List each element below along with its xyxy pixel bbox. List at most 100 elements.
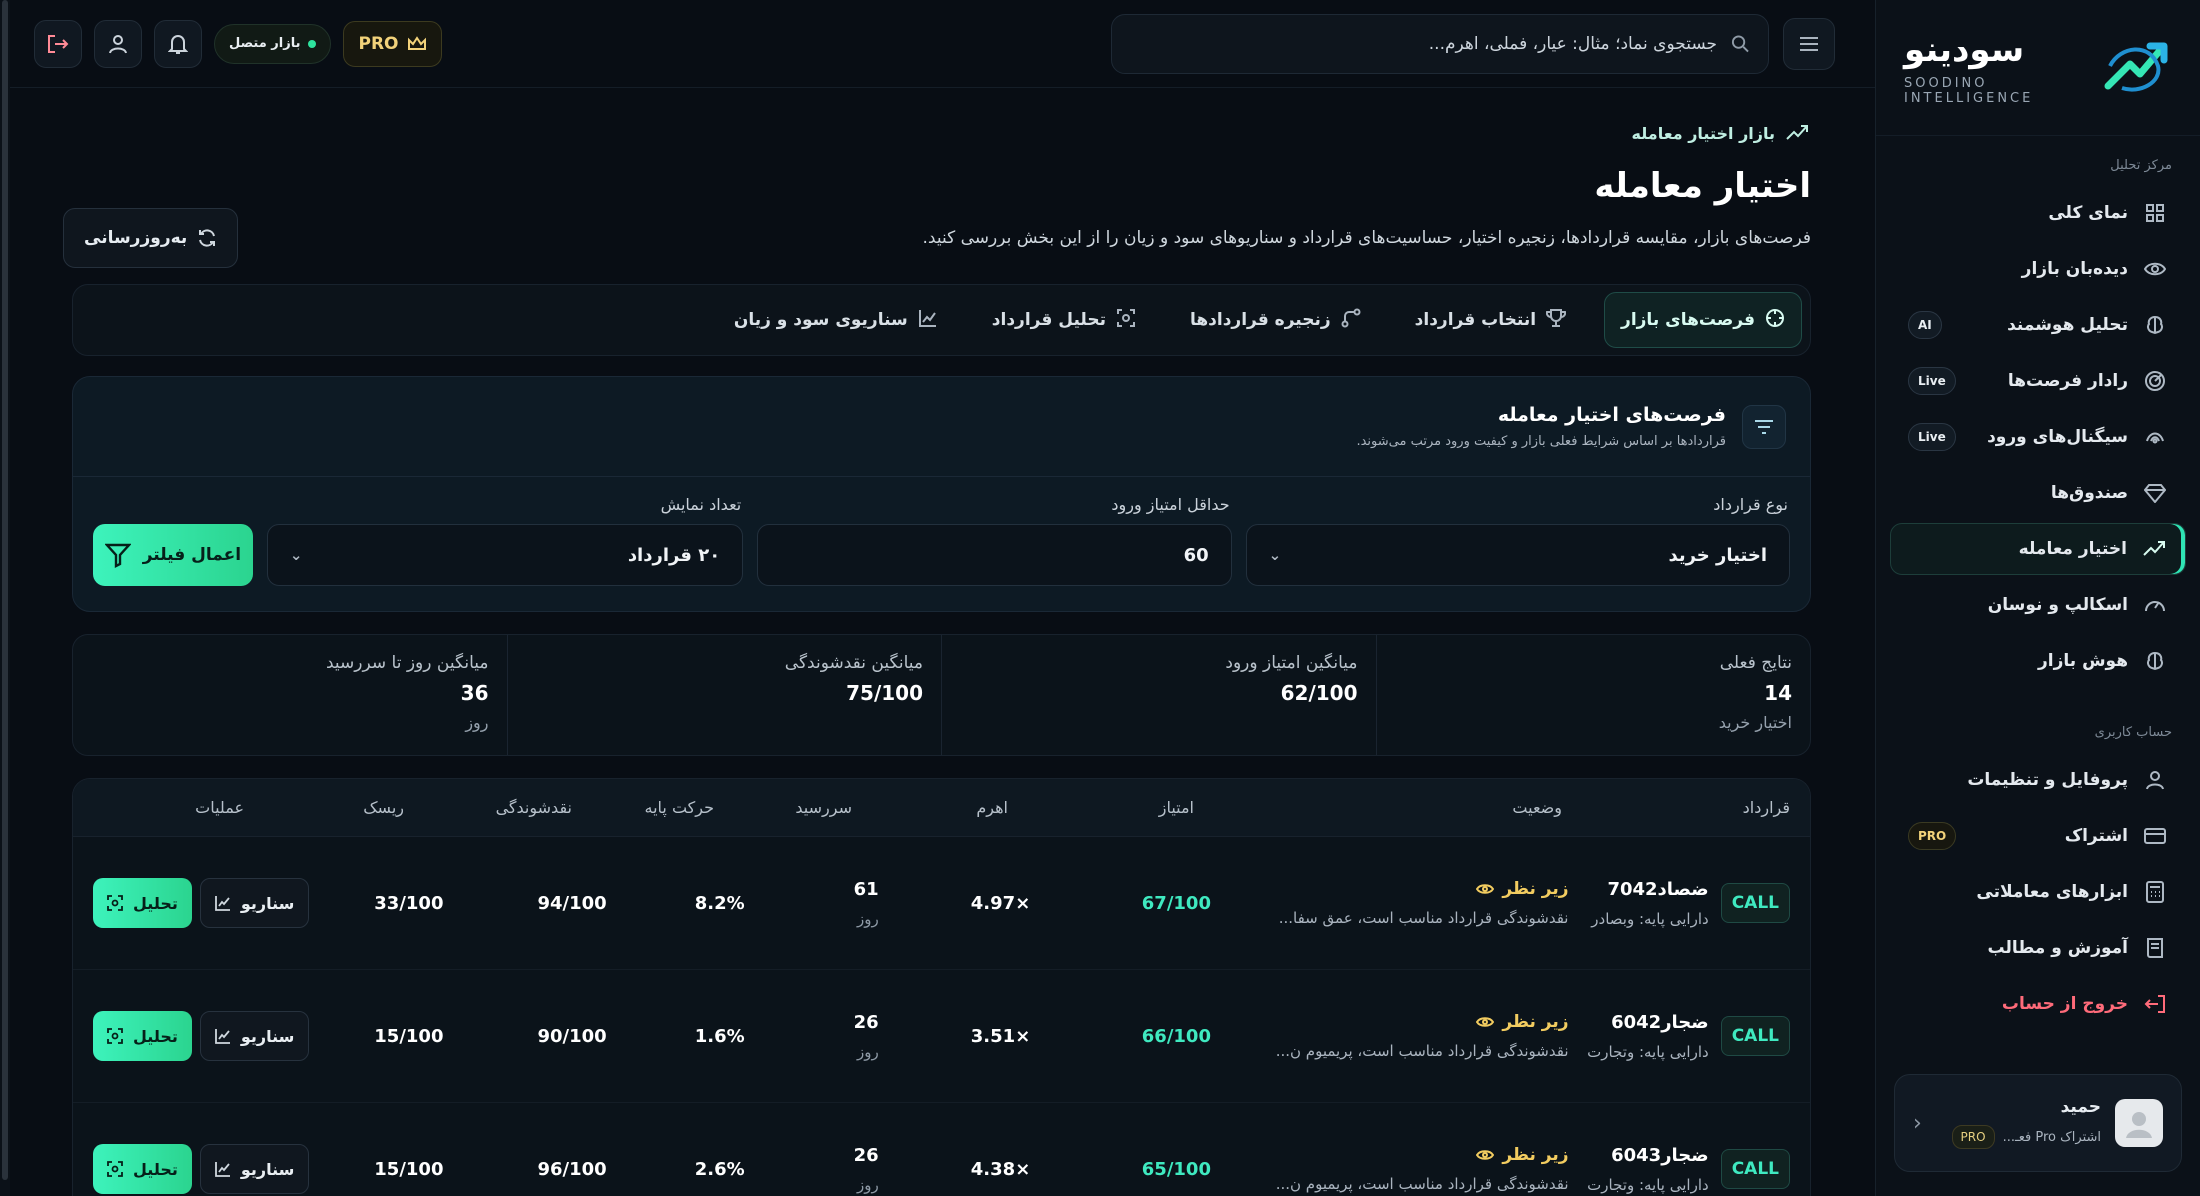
scenario-button[interactable]: سناریو (199, 878, 310, 928)
expiry-days: 61 (853, 878, 879, 900)
sidebar-item-tools[interactable]: ابزارهای معاملاتی (1890, 866, 2186, 918)
analyze-button[interactable]: تحلیل (93, 878, 192, 928)
tab-market-opportunities[interactable]: فرصت‌های بازار (1604, 292, 1802, 348)
logo-icon (2104, 42, 2168, 91)
header-status[interactable]: وضعیت (1194, 798, 1562, 817)
brand-tagline: SOODINO INTELLIGENCE (1904, 75, 2034, 106)
contract-type-select[interactable]: اختیار خرید ⌄ (1245, 524, 1790, 586)
sidebar-item-subscription[interactable]: اشتراک PRO (1890, 810, 2186, 862)
sidebar-item-education[interactable]: آموزش و مطالب (1890, 922, 2186, 974)
page-description: فرصت‌های بازار، مقایسه قراردادها، زنجیره… (922, 228, 1812, 248)
funnel-icon (104, 543, 131, 568)
chart-line-icon (214, 1029, 230, 1044)
risk-value: 15/100 (374, 1158, 444, 1180)
table-row[interactable]: CALL ضصاد7042 دارایی پایه: وبصادر زیر نظ… (73, 837, 1810, 970)
contract-underlying: دارایی پایه: وتجارت (1587, 1175, 1709, 1194)
scan-icon (1116, 308, 1136, 333)
gauge-icon (2142, 592, 2168, 618)
contract-name[interactable]: ضجار6042 (1587, 1012, 1709, 1033)
eye-icon (1476, 1150, 1495, 1160)
contract-name[interactable]: ضصاد7042 (1591, 879, 1708, 900)
header-score[interactable]: امتیاز (1008, 798, 1194, 817)
filter-subtitle: قراردادها بر اساس شرایط فعلی بازار و کیف… (1356, 434, 1726, 449)
tab-pnl-scenario[interactable]: سناریوی سود و زیان (718, 292, 954, 348)
analyze-button[interactable]: تحلیل (93, 1011, 192, 1061)
liquidity-value: 94/100 (537, 892, 607, 914)
scenario-label: سناریو (240, 893, 295, 913)
sidebar-item-options[interactable]: اختیار معامله (1890, 523, 2186, 575)
sidebar-item-label: نمای کلی (2048, 203, 2128, 223)
refresh-button[interactable]: به‌روزرسانی (63, 208, 239, 268)
logout-button[interactable] (34, 19, 82, 68)
call-badge: CALL (1720, 883, 1790, 923)
eye-icon (2142, 256, 2168, 282)
analyze-button[interactable]: تحلیل (93, 1144, 192, 1194)
brain-icon (2142, 648, 2168, 674)
status-description: نقدشوندگی قرارداد مناسب است، پریمیوم ن..… (1275, 1175, 1569, 1193)
chevron-left-icon[interactable]: ‹ (1913, 1111, 1922, 1136)
contracts-table: قرارداد وضعیت امتیاز اهرم سررسید حرکت پا… (72, 778, 1811, 1196)
status-description: نقدشوندگی قرارداد مناسب است، پریمیوم ن..… (1275, 1042, 1569, 1060)
sidebar-item-smart-analysis[interactable]: تحلیل هوشمند AI (1890, 299, 2186, 351)
scrollbar[interactable] (0, 0, 10, 1196)
analyze-label: تحلیل (133, 893, 178, 913)
sidebar-item-label: خروج از حساب (2001, 994, 2128, 1014)
options-icon (2141, 536, 2167, 562)
sidebar-section-title: مرکز تحلیل (2110, 158, 2172, 173)
header-contract[interactable]: قرارداد (1562, 798, 1790, 817)
calculator-icon (2142, 879, 2168, 905)
brand[interactable]: سودینو SOODINO INTELLIGENCE (1876, 0, 2200, 136)
live-badge: Live (1908, 423, 1956, 451)
header-risk[interactable]: ریسک (266, 798, 404, 817)
menu-button[interactable] (1783, 17, 1835, 70)
breadcrumb[interactable]: بازار اختیار معامله (72, 122, 1811, 144)
scan-icon (107, 895, 123, 911)
status-description: نقدشوندگی قرارداد مناسب است، عمق سفا... (1278, 909, 1569, 927)
analyze-label: تحلیل (133, 1026, 178, 1046)
tab-contract-selection[interactable]: انتخاب قرارداد (1399, 292, 1582, 348)
move-value: 2.6% (694, 1158, 745, 1180)
header-move[interactable]: حرکت پایه (572, 798, 715, 817)
tab-contract-analysis[interactable]: تحلیل قرارداد (976, 292, 1152, 348)
min-score-input[interactable]: 60 (757, 524, 1232, 586)
tab-label: سناریوی سود و زیان (733, 310, 908, 330)
sidebar-item-label: صندوق‌ها (2050, 483, 2128, 503)
sidebar-item-funds[interactable]: صندوق‌ها (1890, 467, 2186, 519)
table-row[interactable]: CALL ضجار6043 دارایی پایه: وتجارت زیر نظ… (73, 1103, 1810, 1196)
header-leverage[interactable]: اهرم (852, 798, 1008, 817)
sidebar-item-scalp[interactable]: اسکالپ و نوسان (1890, 579, 2186, 631)
sidebar-item-overview[interactable]: نمای کلی (1890, 187, 2186, 239)
profile-button[interactable] (94, 19, 142, 68)
display-count-select[interactable]: ۲۰ قرارداد ⌄ (266, 524, 744, 586)
apply-filter-button[interactable]: اعمال فیلتر (93, 524, 253, 586)
table-row[interactable]: CALL ضجار6042 دارایی پایه: وتجارت زیر نظ… (73, 970, 1810, 1103)
stat-avg-entry-score: میانگین امتیاز ورود 62/100 (941, 635, 1376, 755)
user-name: حمید (2060, 1097, 2101, 1117)
scrollbar-thumb[interactable] (2, 0, 8, 1180)
scan-icon (107, 1161, 123, 1177)
sidebar-item-market-intel[interactable]: هوش بازار (1890, 635, 2186, 687)
pro-label: PRO (358, 33, 399, 54)
header-liquidity[interactable]: نقدشوندگی (404, 798, 572, 817)
pro-chip[interactable]: PRO (343, 20, 442, 67)
move-value: 8.2% (694, 892, 745, 914)
sidebar-item-profile[interactable]: پروفایل و تنظیمات (1890, 754, 2186, 806)
expiry-days: 26 (853, 1144, 879, 1166)
sidebar-item-opportunity-radar[interactable]: رادار فرصت‌ها Live (1890, 355, 2186, 407)
sidebar-item-logout[interactable]: خروج از حساب (1890, 978, 2186, 1030)
search-input[interactable] (1130, 33, 1718, 54)
scenario-button[interactable]: سناریو (199, 1011, 310, 1061)
contract-name[interactable]: ضجار6043 (1587, 1145, 1709, 1166)
tab-contract-chain[interactable]: زنجیره قراردادها (1174, 292, 1377, 348)
sidebar-item-market-watch[interactable]: دیده‌بان بازار (1890, 243, 2186, 295)
user-card[interactable]: حمید اشتراک Pro فعـ... PRO ‹ (1894, 1074, 2182, 1172)
scenario-button[interactable]: سناریو (199, 1144, 310, 1194)
logout-icon (2142, 991, 2168, 1017)
search-box[interactable] (1111, 13, 1769, 74)
header-ops: عملیات (195, 798, 244, 817)
tabs: فرصت‌های بازار انتخاب قرارداد زنجیره قرا… (72, 284, 1811, 356)
header-expiry[interactable]: سررسید (714, 798, 852, 817)
sidebar-item-label: اشتراک (2064, 826, 2128, 846)
notification-button[interactable] (154, 19, 202, 68)
sidebar-item-entry-signals[interactable]: سیگنال‌های ورود Live (1890, 411, 2186, 463)
